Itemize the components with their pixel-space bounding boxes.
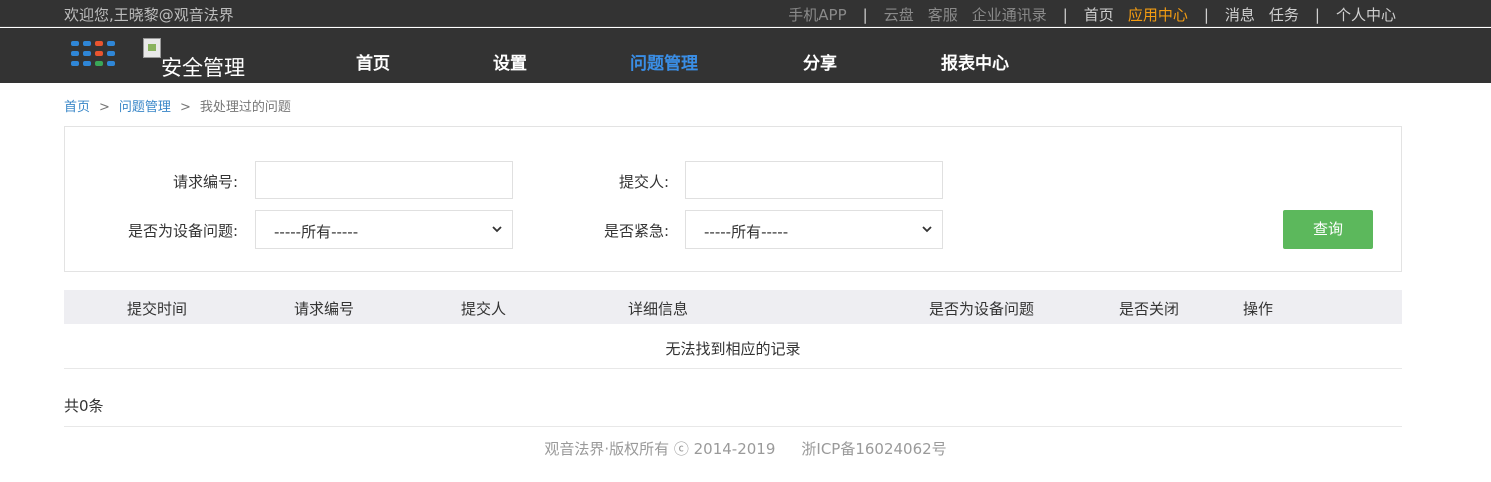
top-link-separator: | xyxy=(1062,5,1068,24)
footer-icp-link[interactable]: 浙ICP备16024062号 xyxy=(801,440,946,458)
apps-grid-dot xyxy=(83,51,91,56)
top-link-separator: | xyxy=(1203,5,1209,24)
request-no-label: 请求编号: xyxy=(172,173,238,191)
nav-item[interactable]: 设置 xyxy=(493,49,527,74)
apps-grid-dot xyxy=(107,61,115,66)
top-link[interactable]: 云盘 xyxy=(884,4,914,25)
apps-grid-dot xyxy=(95,51,103,56)
top-bar: 欢迎您,王晓黎@观音法界 手机APP | 云盘 客服 企业通讯录 | 首页 应用中心 | 消息 任务… xyxy=(0,0,1491,27)
footer-copyright: 观音法界·版权所有 ⓒ 2014-2019 xyxy=(544,440,776,458)
top-link-separator: | xyxy=(862,5,868,24)
column-header[interactable]: 请求编号 xyxy=(294,298,354,319)
breadcrumb-section-link[interactable]: 问题管理 xyxy=(119,100,171,115)
apps-grid-dot xyxy=(107,41,115,46)
top-links: 手机APP | 云盘 客服 企业通讯录 | 首页 应用中心 | 消息 任务 | 个人中心 xyxy=(781,4,1403,25)
column-header[interactable]: 提交时间 xyxy=(127,298,187,319)
app-logo-text: 安全管理 xyxy=(161,56,245,80)
nav-item[interactable]: 报表中心 xyxy=(941,49,1009,74)
footer: 观音法界·版权所有 ⓒ 2014-2019 浙ICP备16024062号 xyxy=(0,438,1491,459)
broken-image-icon xyxy=(143,38,161,58)
top-link[interactable]: 消息 xyxy=(1225,4,1255,25)
apps-grid-dot xyxy=(71,51,79,56)
top-link-separator: | xyxy=(1314,5,1320,24)
total-count: 共0条 xyxy=(64,397,104,415)
nav-item[interactable]: 问题管理 xyxy=(630,49,698,74)
apps-grid-dot xyxy=(107,51,115,56)
breadcrumb-separator: > xyxy=(99,100,110,115)
table-empty-message: 无法找到相应的记录 xyxy=(64,324,1402,369)
breadcrumb-home-link[interactable]: 首页 xyxy=(64,100,90,115)
breadcrumb-separator: > xyxy=(179,100,191,115)
apps-grid-dot xyxy=(95,41,103,46)
top-link[interactable]: 企业通讯录 xyxy=(972,4,1047,25)
chevron-down-icon xyxy=(492,226,502,233)
nav-item[interactable]: 首页 xyxy=(356,49,390,74)
top-link[interactable]: 手机APP xyxy=(788,4,846,25)
top-link[interactable]: 个人中心 xyxy=(1336,4,1396,25)
breadcrumb: 首页 > 问题管理 > 我处理过的问题 xyxy=(64,96,291,115)
top-link[interactable]: 任务 xyxy=(1269,4,1299,25)
nav-item[interactable]: 分享 xyxy=(803,49,837,74)
request-no-input[interactable] xyxy=(255,161,513,199)
column-header[interactable]: 是否为设备问题 xyxy=(929,298,1034,319)
top-link[interactable]: 应用中心 xyxy=(1128,4,1188,25)
apps-grid-icon[interactable] xyxy=(71,41,115,67)
top-link[interactable]: 首页 xyxy=(1084,4,1114,25)
device-issue-value: -----所有----- xyxy=(274,223,359,241)
breadcrumb-current: 我处理过的问题 xyxy=(199,100,291,115)
chevron-down-icon xyxy=(922,226,932,233)
top-link[interactable]: 客服 xyxy=(928,4,958,25)
main-navbar: 安全管理 首页 设置 问题管理 分享 报表中心 xyxy=(0,28,1491,83)
column-header[interactable]: 详细信息 xyxy=(628,298,688,319)
apps-grid-dot xyxy=(71,61,79,66)
column-header[interactable]: 是否关闭 xyxy=(1119,298,1179,319)
apps-grid-dot xyxy=(83,41,91,46)
column-header[interactable]: 操作 xyxy=(1243,298,1273,319)
welcome-text: 欢迎您,王晓黎@观音法界 xyxy=(64,6,234,24)
urgent-label: 是否紧急: xyxy=(603,222,669,240)
submitter-label: 提交人: xyxy=(618,173,669,191)
device-issue-select[interactable]: -----所有----- xyxy=(255,210,513,249)
filter-panel: 请求编号: 提交人: 是否为设备问题: -----所有----- 是否紧急: -… xyxy=(64,126,1402,272)
column-header[interactable]: 提交人 xyxy=(461,298,506,319)
apps-grid-dot xyxy=(95,61,103,66)
table-header: 提交时间 请求编号 提交人 详细信息 是否为设备问题 是否关闭 操作 xyxy=(64,290,1402,324)
search-button[interactable]: 查询 xyxy=(1283,210,1373,249)
urgent-select[interactable]: -----所有----- xyxy=(685,210,943,249)
footer-divider xyxy=(64,426,1402,427)
apps-grid-dot xyxy=(83,61,91,66)
apps-grid-dot xyxy=(71,41,79,46)
device-issue-label: 是否为设备问题: xyxy=(127,222,238,240)
urgent-value: -----所有----- xyxy=(704,223,789,241)
submitter-input[interactable] xyxy=(685,161,943,199)
